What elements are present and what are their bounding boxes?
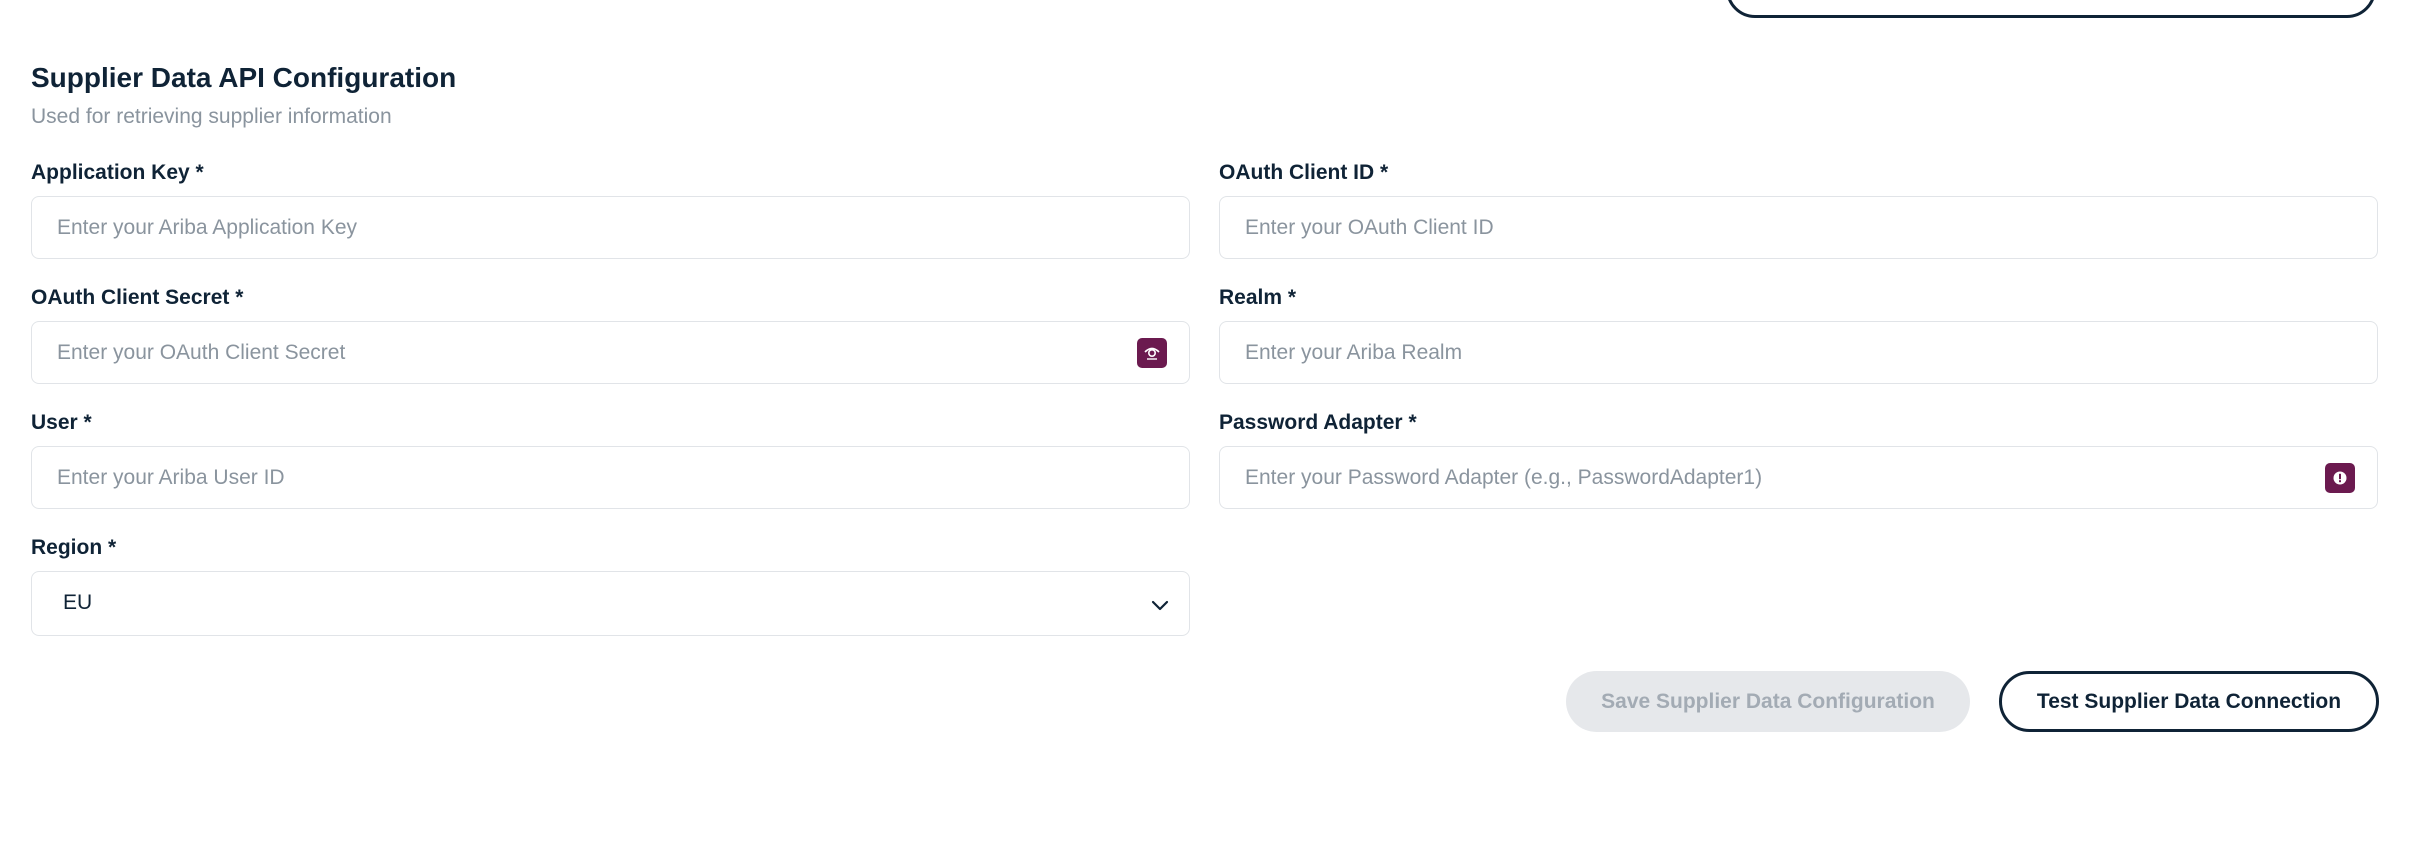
password-adapter-input-box — [1219, 446, 2378, 509]
oauth-client-secret-field: OAuth Client Secret * — [31, 285, 1190, 384]
eye-icon[interactable] — [1137, 338, 1167, 368]
test-supplier-data-connection-button[interactable]: Test Supplier Data Connection — [1999, 671, 2379, 732]
oauth-client-id-field: OAuth Client ID * — [1219, 160, 2378, 259]
user-label: User * — [31, 411, 92, 434]
region-field: Region * EU — [31, 535, 1190, 636]
oauth-client-id-input[interactable] — [1220, 197, 2377, 258]
user-input[interactable] — [32, 447, 1189, 508]
application-key-input-box — [31, 196, 1190, 259]
oauth-client-secret-input-box — [31, 321, 1190, 384]
application-key-input[interactable] — [32, 197, 1189, 258]
section-subtitle: Used for retrieving supplier information — [31, 105, 392, 128]
password-adapter-input[interactable] — [1220, 447, 2377, 508]
oauth-client-id-label: OAuth Client ID * — [1219, 161, 1389, 184]
region-select[interactable]: EU — [31, 571, 1190, 636]
password-adapter-field: Password Adapter * — [1219, 410, 2378, 509]
realm-label: Realm * — [1219, 286, 1297, 309]
user-field: User * — [31, 410, 1190, 509]
password-adapter-label: Password Adapter * — [1219, 411, 1417, 434]
info-icon[interactable] — [2325, 463, 2355, 493]
chevron-down-icon — [1151, 600, 1169, 611]
section-title: Supplier Data API Configuration — [31, 62, 457, 93]
region-selected-value: EU — [63, 591, 93, 614]
supplier-data-api-config-section: Supplier Data API Configuration Used for… — [31, 0, 2379, 852]
realm-input[interactable] — [1220, 322, 2377, 383]
oauth-client-secret-input[interactable] — [32, 322, 1189, 383]
realm-field: Realm * — [1219, 285, 2378, 384]
user-input-box — [31, 446, 1190, 509]
application-key-field: Application Key * — [31, 160, 1190, 259]
oauth-client-secret-label: OAuth Client Secret * — [31, 286, 244, 309]
realm-input-box — [1219, 321, 2378, 384]
application-key-label: Application Key * — [31, 161, 204, 184]
save-supplier-data-configuration-button[interactable]: Save Supplier Data Configuration — [1566, 671, 1970, 732]
region-label: Region * — [31, 536, 117, 559]
oauth-client-id-input-box — [1219, 196, 2378, 259]
